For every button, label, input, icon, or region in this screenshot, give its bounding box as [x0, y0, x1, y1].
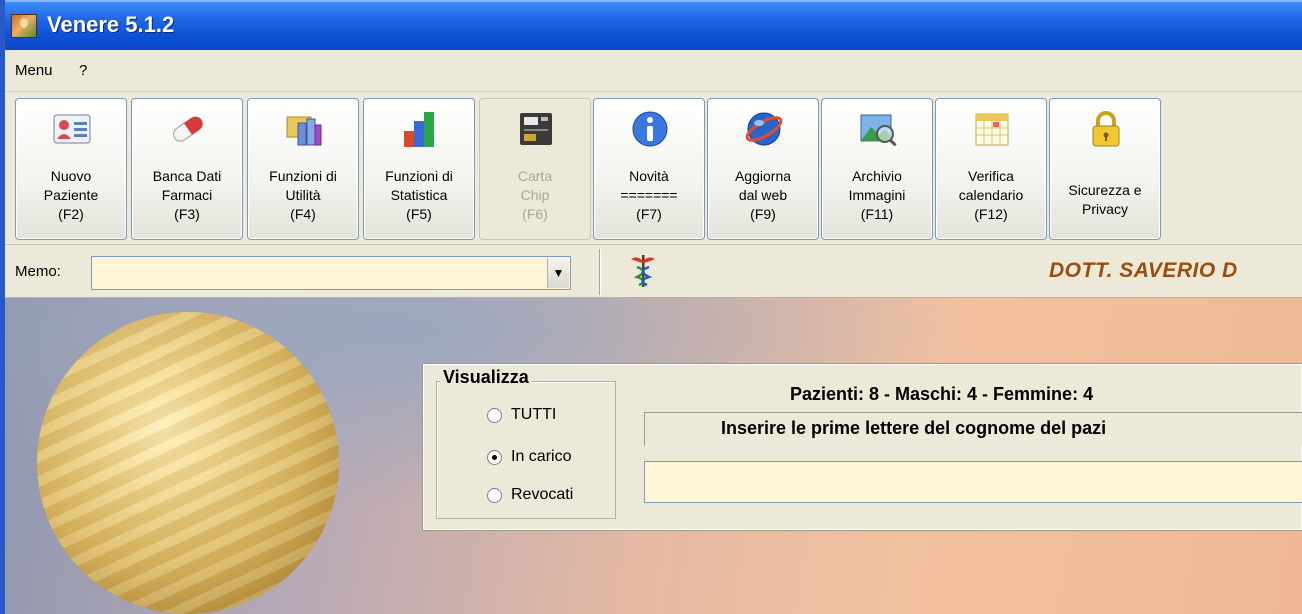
check-calendar-label: Verifica calendario (F12) — [958, 168, 1024, 222]
info-icon — [632, 111, 668, 147]
check-calendar-button[interactable]: Verifica calendario (F12) — [935, 98, 1047, 240]
toolbar: Nuovo Paziente (F2) Banca Dati Farmaci (… — [5, 92, 1302, 244]
patient-surname-search-input[interactable] — [644, 461, 1302, 503]
menu-item-menu[interactable]: Menu — [15, 62, 53, 79]
id-card-icon — [53, 114, 91, 144]
chip-card-label: Carta Chip (F6) — [517, 168, 553, 222]
memo-dropdown-button[interactable]: ▼ — [547, 258, 569, 288]
app-icon[interactable] — [11, 14, 37, 38]
view-filter-title: Visualizza — [440, 367, 532, 388]
chip-card-reader-icon — [520, 113, 552, 145]
news-label: Novità ======= (F7) — [620, 168, 678, 222]
web-globe-icon — [745, 112, 783, 146]
utility-functions-button[interactable]: Funzioni di Utilità (F4) — [247, 98, 359, 240]
app-window: Venere 5.1.2 Menu ? Nuovo Paziente (F2) — [0, 0, 1302, 614]
patient-search-panel: TUTTI In carico Revocati Visualizza Pazi… — [422, 363, 1302, 531]
doctor-name: DOTT. SAVERIO D — [1049, 259, 1238, 282]
radio-in-charge-dot[interactable] — [487, 450, 502, 465]
search-hint-text: Inserire le prime lettere del cognome de… — [721, 418, 1107, 438]
title-bar[interactable]: Venere 5.1.2 — [5, 0, 1302, 50]
row-separator — [599, 249, 601, 295]
chip-card-button[interactable]: Carta Chip (F6) — [479, 98, 591, 240]
search-hint-bar: Inserire le prime lettere del cognome de… — [644, 412, 1302, 446]
padlock-icon — [1092, 111, 1120, 147]
utility-folder-icon — [286, 116, 322, 146]
caduceus-icon — [631, 255, 655, 287]
memo-label: Memo: — [15, 263, 61, 280]
drug-database-label: Banca Dati Farmaci (F3) — [152, 168, 222, 222]
calendar-icon — [975, 113, 1009, 146]
menu-item-help[interactable]: ? — [79, 62, 87, 79]
pill-capsule-icon — [173, 116, 203, 142]
utility-functions-label: Funzioni di Utilità (F4) — [269, 168, 337, 222]
image-archive-label: Archivio Immagini (F11) — [848, 168, 906, 222]
new-patient-label: Nuovo Paziente (F2) — [43, 168, 99, 222]
chevron-down-icon: ▼ — [552, 266, 565, 280]
image-archive-button[interactable]: Archivio Immagini (F11) — [821, 98, 933, 240]
background-area: TUTTI In carico Revocati Visualizza Pazi… — [5, 298, 1302, 614]
security-privacy-label: Sicurezza e Privacy — [1068, 182, 1142, 217]
statistics-functions-button[interactable]: Funzioni di Statistica (F5) — [363, 98, 475, 240]
drug-database-button[interactable]: Banca Dati Farmaci (F3) — [131, 98, 243, 240]
image-magnifier-icon — [860, 114, 897, 147]
web-update-button[interactable]: Aggiorna dal web (F9) — [707, 98, 819, 240]
security-privacy-button[interactable]: Sicurezza e Privacy — [1049, 98, 1161, 240]
memo-combobox[interactable]: ▼ — [91, 256, 571, 290]
view-filter-group: TUTTI In carico Revocati — [436, 381, 616, 519]
planet-venus-image — [37, 312, 339, 614]
statistics-functions-label: Funzioni di Statistica (F5) — [385, 168, 453, 222]
radio-all-dot[interactable] — [487, 408, 502, 423]
menu-bar: Menu ? — [5, 50, 1302, 92]
window-title: Venere 5.1.2 — [47, 12, 175, 37]
bar-chart-icon — [404, 112, 434, 147]
web-update-label: Aggiorna dal web (F9) — [734, 168, 792, 222]
radio-all-label[interactable]: TUTTI — [511, 406, 556, 424]
new-patient-button[interactable]: Nuovo Paziente (F2) — [15, 98, 127, 240]
news-button[interactable]: Novità ======= (F7) — [593, 98, 705, 240]
radio-revoked-dot[interactable] — [487, 488, 502, 503]
memo-row: Memo: ▼ DOTT. SAVERIO D — [5, 244, 1302, 298]
radio-revoked-label[interactable]: Revocati — [511, 486, 573, 504]
radio-in-charge-label[interactable]: In carico — [511, 448, 571, 466]
patient-stats: Pazienti: 8 - Maschi: 4 - Femmine: 4 — [790, 384, 1094, 404]
